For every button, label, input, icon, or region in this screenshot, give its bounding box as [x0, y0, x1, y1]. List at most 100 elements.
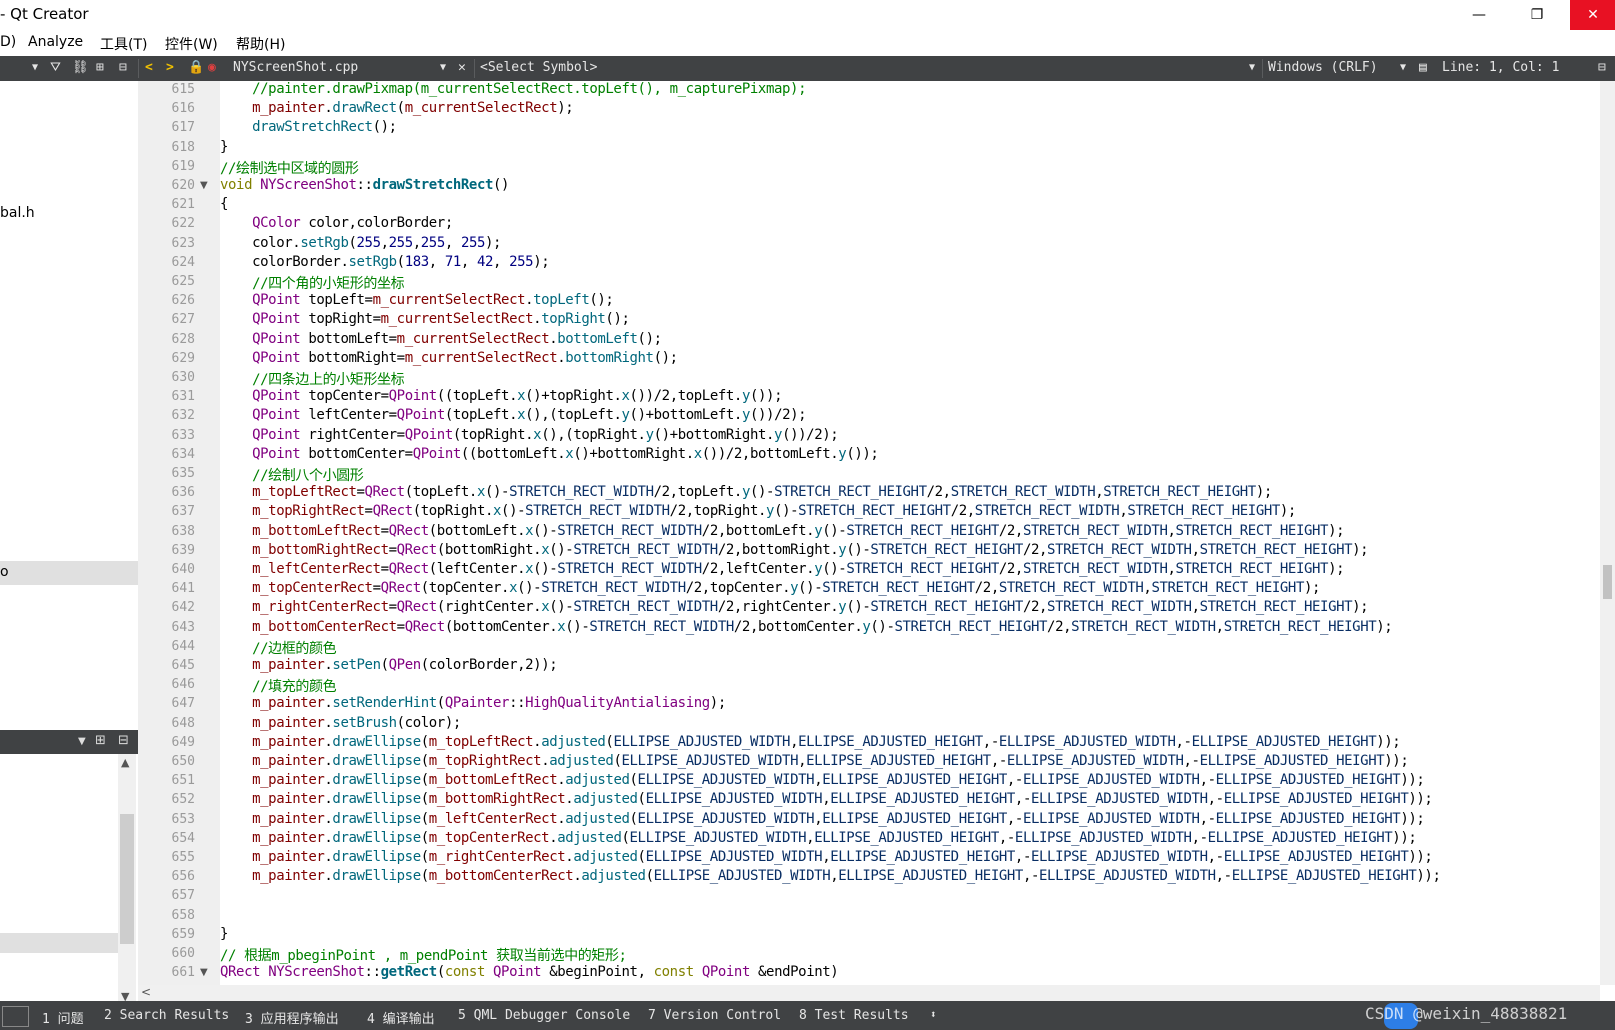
code-line[interactable]: QPoint rightCenter=QPoint(topRight.x(),(…: [220, 426, 839, 443]
close-sidebar-icon[interactable]: ⊟: [119, 60, 127, 75]
file-selector[interactable]: NYScreenShot.cpp: [233, 60, 358, 75]
forward-arrow-icon[interactable]: >: [166, 60, 174, 75]
menu-item-analyze[interactable]: Analyze: [28, 34, 83, 50]
code-token: ()+bottomRight.: [653, 426, 775, 443]
line-ending-dropdown-icon[interactable]: ▼: [1400, 62, 1406, 73]
code-line[interactable]: drawStretchRect();: [220, 119, 397, 135]
tab-search-results[interactable]: 2 Search Results: [104, 1008, 229, 1023]
code-line[interactable]: QPoint bottomLeft=m_currentSelectRect.bo…: [220, 331, 662, 347]
code-token: ,: [1191, 541, 1200, 558]
fold-marker-icon[interactable]: ▼: [200, 967, 208, 978]
filter-icon[interactable]: ⛛: [50, 60, 61, 75]
code-line[interactable]: QColor color,colorBorder;: [220, 215, 453, 231]
tab-application-output[interactable]: 3 应用程序输出: [245, 1008, 339, 1027]
code-line[interactable]: void NYScreenShot::drawStretchRect(): [220, 177, 509, 193]
tab-test-results[interactable]: 8 Test Results: [799, 1008, 909, 1023]
menu-item-tools[interactable]: 工具(T): [100, 34, 147, 54]
code-line[interactable]: QPoint bottomCenter=QPoint((bottomLeft.x…: [220, 446, 879, 462]
code-line[interactable]: m_bottomRightRect=QRect(bottomRight.x()-…: [220, 542, 1368, 558]
line-number: 621: [171, 197, 195, 213]
code-line[interactable]: colorBorder.setRgb(183, 71, 42, 255);: [220, 254, 550, 270]
code-line[interactable]: QPoint bottomRight=m_currentSelectRect.b…: [220, 350, 678, 366]
file-dropdown-icon[interactable]: ▼: [440, 62, 446, 73]
line-number: 656: [171, 869, 195, 885]
menu-item-controls[interactable]: 控件(W): [165, 34, 218, 54]
code-line[interactable]: //四条边上的小矩形坐标: [220, 369, 404, 389]
code-line[interactable]: }: [220, 926, 228, 942]
code-line[interactable]: {: [220, 196, 228, 212]
tab-compile-output[interactable]: 4 编译输出: [367, 1008, 435, 1027]
code-line[interactable]: m_bottomLeftRect=QRect(bottomLeft.x()-ST…: [220, 523, 1344, 539]
menu-item-debug[interactable]: D): [0, 34, 16, 50]
line-ending-selector[interactable]: Windows (CRLF): [1268, 60, 1378, 75]
sidebar-toggle-icon[interactable]: [2, 1006, 29, 1027]
code-line[interactable]: m_leftCenterRect=QRect(leftCenter.x()-ST…: [220, 561, 1344, 577]
code-line[interactable]: //填充的颜色: [220, 676, 336, 696]
editor-horizontal-scrollbar[interactable]: <: [138, 985, 1600, 1001]
dropdown-arrow-icon[interactable]: ▼: [32, 62, 38, 73]
close-pane-icon[interactable]: ⊟: [118, 733, 129, 748]
expand-tabs-icon[interactable]: ⬍: [930, 1008, 937, 1021]
code-line[interactable]: m_painter.drawEllipse(m_bottomCenterRect…: [220, 868, 1441, 885]
code-line[interactable]: // 根据m_pbeginPoint , m_pendPoint 获取当前选中的…: [220, 945, 627, 965]
scroll-up-icon[interactable]: ▲: [121, 756, 129, 769]
close-button[interactable]: ✕: [1570, 0, 1615, 30]
editor-scrollbar-thumb[interactable]: [1603, 565, 1612, 599]
code-line[interactable]: m_painter.setRenderHint(QPainter::HighQu…: [220, 695, 726, 711]
code-line[interactable]: //四个角的小矩形的坐标: [220, 273, 404, 293]
tab-issues[interactable]: 1 问题: [42, 1008, 84, 1027]
code-line[interactable]: color.setRgb(255,255,255, 255);: [220, 235, 501, 251]
sidebar-selected-row[interactable]: o: [0, 561, 138, 585]
code-line[interactable]: QRect NYScreenShot::getRect(const QPoint…: [220, 964, 839, 981]
code-line[interactable]: m_painter.drawEllipse(m_leftCenterRect.a…: [220, 811, 1425, 827]
sidebar-item-header[interactable]: bal.h: [0, 205, 35, 221]
split-icon[interactable]: ⊞: [95, 733, 106, 748]
dropdown-arrow-icon[interactable]: ▼: [78, 736, 86, 747]
code-line[interactable]: m_painter.drawEllipse(m_bottomRightRect.…: [220, 791, 1433, 807]
split-editor-icon[interactable]: ⊟: [1598, 60, 1606, 75]
back-arrow-icon[interactable]: <: [145, 60, 153, 75]
code-line[interactable]: //绘制八个小圆形: [220, 465, 364, 485]
code-line[interactable]: QPoint topLeft=m_currentSelectRect.topLe…: [220, 292, 614, 308]
code-line[interactable]: QPoint topRight=m_currentSelectRect.topR…: [220, 311, 630, 327]
code-line[interactable]: //绘制选中区域的圆形: [220, 158, 359, 178]
split-icon[interactable]: ⊞: [96, 60, 104, 75]
editor-vertical-scrollbar[interactable]: [1600, 81, 1615, 985]
code-line[interactable]: m_painter.drawEllipse(m_topRightRect.adj…: [220, 753, 1409, 769]
sidebar-highlight-row[interactable]: [0, 933, 118, 953]
tab-version-control[interactable]: 7 Version Control: [648, 1008, 781, 1023]
code-line[interactable]: m_painter.drawEllipse(m_topLeftRect.adju…: [220, 734, 1401, 750]
scrollbar-thumb[interactable]: [120, 814, 134, 944]
code-line[interactable]: m_painter.drawEllipse(m_topCenterRect.ad…: [220, 830, 1417, 846]
code-line[interactable]: m_topLeftRect=QRect(topLeft.x()-STRETCH_…: [220, 484, 1272, 500]
sidebar-scrollbar[interactable]: ▲ ▼: [118, 754, 136, 1006]
restore-button[interactable]: ❐: [1514, 0, 1560, 30]
code-line[interactable]: m_painter.setPen(QPen(colorBorder,2));: [220, 657, 558, 673]
code-line[interactable]: //painter.drawPixmap(m_currentSelectRect…: [220, 81, 806, 97]
menu-item-help[interactable]: 帮助(H): [236, 34, 285, 54]
code-line[interactable]: m_painter.drawEllipse(m_bottomLeftRect.a…: [220, 772, 1425, 788]
close-document-icon[interactable]: ✕: [458, 60, 466, 75]
code-line[interactable]: m_rightCenterRect=QRect(rightCenter.x()-…: [220, 599, 1368, 615]
link-icon[interactable]: ⛓: [72, 60, 89, 75]
code-line[interactable]: QPoint leftCenter=QPoint(topLeft.x(),(to…: [220, 407, 806, 423]
cursor-position[interactable]: Line: 1, Col: 1: [1442, 60, 1559, 75]
code-line[interactable]: QPoint topCenter=QPoint((topLeft.x()+top…: [220, 388, 782, 404]
code-line[interactable]: m_painter.drawRect(m_currentSelectRect);: [220, 100, 574, 116]
code-editor[interactable]: //painter.drawPixmap(m_currentSelectRect…: [220, 81, 1600, 985]
fold-marker-icon[interactable]: ▼: [200, 180, 208, 191]
code-line[interactable]: m_painter.drawEllipse(m_rightCenterRect.…: [220, 849, 1433, 865]
code-line[interactable]: m_topRightRect=QRect(topRight.x()-STRETC…: [220, 503, 1296, 519]
code-line[interactable]: m_painter.setBrush(color);: [220, 715, 461, 731]
code-line[interactable]: }: [220, 139, 228, 155]
symbol-dropdown-icon[interactable]: ▼: [1249, 62, 1255, 73]
code-line[interactable]: m_bottomCenterRect=QRect(bottomCenter.x(…: [220, 619, 1393, 635]
code-line[interactable]: m_topCenterRect=QRect(topCenter.x()-STRE…: [220, 580, 1320, 596]
minimize-button[interactable]: —: [1456, 0, 1502, 30]
code-token: &beginPoint,: [541, 964, 654, 981]
code-token: (: [645, 868, 654, 885]
code-line[interactable]: //边框的颜色: [220, 638, 336, 658]
symbol-selector[interactable]: <Select Symbol>: [480, 60, 597, 75]
tab-qml-debugger[interactable]: 5 QML Debugger Console: [458, 1008, 630, 1023]
scroll-left-icon[interactable]: <: [141, 985, 151, 999]
